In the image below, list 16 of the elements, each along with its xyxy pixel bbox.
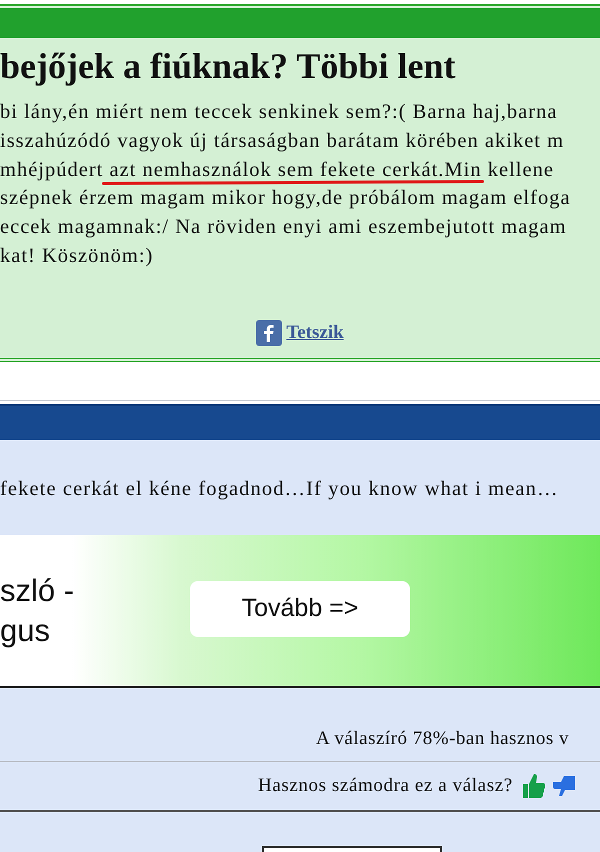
question-text: mhéjpúdert azt nemhasználok sem fekete cerkát.Min kellene: [0, 156, 554, 184]
question-title: bejőjek a fiúknak? Többi lent: [0, 46, 456, 86]
question-text: isszahúzódó vagyok új társaságban barátam körében akiket m: [0, 128, 564, 154]
question-text: bi lány,én miért nem teccek senkinek sem?:( Barna haj,barna: [0, 100, 558, 125]
feedback-question: Hasznos számodra ez a válasz?: [258, 775, 513, 797]
next-button[interactable]: Tovább =>: [190, 580, 410, 636]
ad-text: szló - gus: [0, 572, 76, 650]
rating-text: A válaszíró 78%-ban hasznos v: [316, 728, 569, 750]
question-text: eccek magamnak:/ Na röviden enyi ami eszembejutott magam: [0, 215, 567, 240]
thumbs-up-icon[interactable]: [520, 772, 545, 800]
thumbs-down-icon[interactable]: [552, 774, 575, 798]
answer-text: fekete cerkát el kéne fogadnod…If you know what i mean…: [0, 477, 560, 502]
like-link[interactable]: Tetszik: [286, 322, 344, 344]
question-text: szépnek érzem magam mikor hogy,de próbálom magam elfoga: [0, 186, 571, 212]
facebook-icon: [256, 320, 282, 346]
question-text: kat! Köszönöm:): [0, 244, 154, 269]
